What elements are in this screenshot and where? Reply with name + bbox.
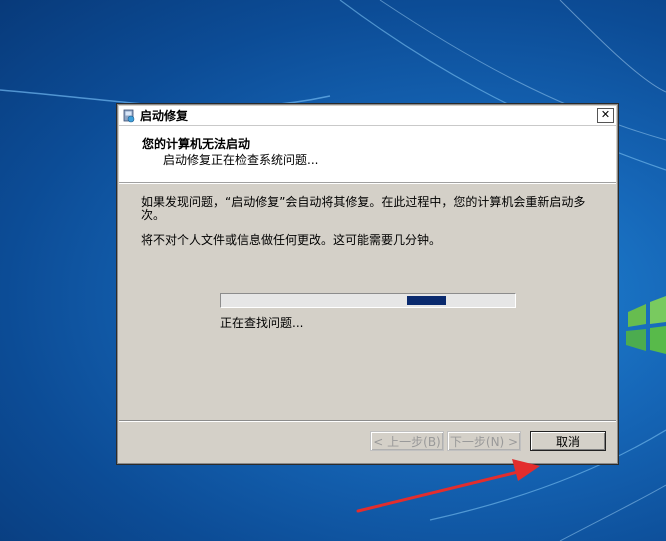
annotation-arrow [356, 459, 540, 513]
